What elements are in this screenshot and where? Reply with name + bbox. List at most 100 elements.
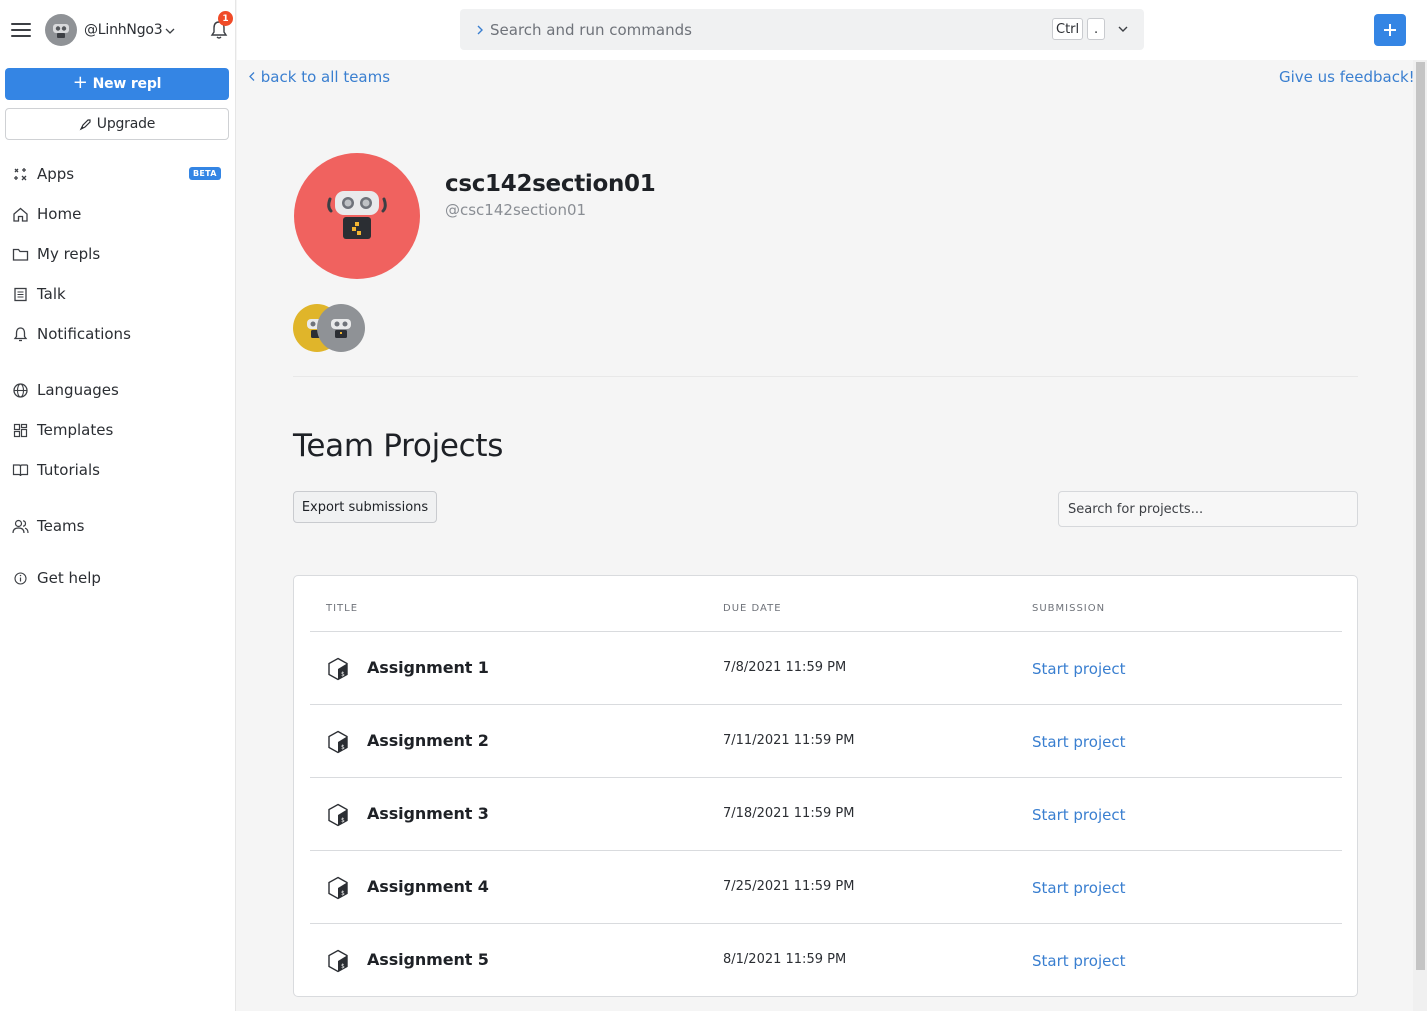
sidebar-item-label: Apps: [37, 165, 75, 183]
table-row[interactable]: $ Assignment 3 7/18/2021 11:59 PM Start …: [310, 778, 1342, 851]
export-submissions-button[interactable]: Export submissions: [293, 491, 437, 523]
team-name: csc142section01: [445, 171, 656, 197]
start-project-link[interactable]: Start project: [1032, 952, 1125, 970]
sidebar-item-label: My repls: [37, 245, 101, 263]
start-project-link[interactable]: Start project: [1032, 733, 1125, 751]
sidebar-item-talk[interactable]: Talk: [12, 282, 66, 306]
svg-text:$: $: [341, 671, 345, 678]
top-bar: Search and run commands Ctrl .: [237, 0, 1427, 60]
sidebar-item-label: Templates: [37, 421, 114, 439]
user-avatar[interactable]: [45, 14, 77, 46]
back-to-teams-link[interactable]: back to all teams: [248, 68, 390, 86]
sidebar-item-label: Talk: [37, 285, 66, 303]
section-divider: [293, 376, 1358, 377]
sidebar-item-my-repls[interactable]: My repls: [12, 242, 100, 266]
new-repl-label: New repl: [92, 76, 162, 92]
row-title[interactable]: Assignment 4: [367, 877, 489, 896]
team-handle: @csc142section01: [445, 201, 587, 219]
upgrade-label: Upgrade: [96, 116, 156, 132]
sidebar: @LinhNgo3 1 + New repl Upgrade Apps BETA…: [0, 0, 236, 1011]
team-avatar: [294, 153, 420, 279]
bell-icon: [13, 326, 28, 341]
globe-icon: [13, 382, 28, 398]
notification-count-badge: 1: [218, 11, 233, 26]
sidebar-item-notifications[interactable]: Notifications: [12, 322, 131, 346]
sidebar-item-label: Home: [37, 205, 82, 223]
svg-text:$: $: [341, 744, 345, 751]
svg-text:$: $: [341, 890, 345, 897]
new-repl-button[interactable]: + New repl: [5, 68, 229, 100]
hamburger-menu-icon[interactable]: [11, 23, 31, 37]
sidebar-item-templates[interactable]: Templates: [12, 418, 113, 442]
row-due-date: 8/1/2021 11:59 PM: [723, 952, 847, 967]
home-icon: [13, 207, 28, 222]
apps-icon: [14, 167, 27, 180]
table-row[interactable]: $ Assignment 1 7/8/2021 11:59 PM Start p…: [310, 632, 1342, 705]
bash-repl-icon: $: [328, 657, 348, 681]
start-project-link[interactable]: Start project: [1032, 660, 1125, 678]
robot-mascot-icon: [327, 191, 387, 239]
table-row[interactable]: $ Assignment 5 8/1/2021 11:59 PM Start p…: [310, 924, 1342, 997]
column-header-due-date: DUE DATE: [723, 603, 782, 614]
kbd-dot: .: [1087, 18, 1106, 40]
sidebar-item-home[interactable]: Home: [12, 202, 81, 226]
vertical-scrollbar[interactable]: [1413, 60, 1427, 1011]
back-link-label: back to all teams: [260, 68, 391, 86]
beta-badge: BETA: [189, 167, 221, 180]
sidebar-item-tutorials[interactable]: Tutorials: [12, 458, 100, 482]
plus-icon: +: [72, 72, 88, 93]
feedback-link[interactable]: Give us feedback!: [1279, 68, 1415, 86]
row-due-date: 7/11/2021 11:59 PM: [723, 733, 855, 748]
info-icon: [14, 571, 27, 585]
command-search-placeholder: Search and run commands: [490, 20, 692, 39]
book-icon: [12, 463, 29, 476]
upgrade-button[interactable]: Upgrade: [5, 108, 229, 140]
username-label[interactable]: @LinhNgo3: [84, 22, 163, 38]
table-row[interactable]: $ Assignment 2 7/11/2021 11:59 PM Start …: [310, 705, 1342, 778]
sidebar-item-get-help[interactable]: Get help: [12, 566, 101, 590]
robot-mascot-icon: [331, 319, 351, 338]
row-due-date: 7/8/2021 11:59 PM: [723, 660, 847, 675]
sidebar-item-teams[interactable]: Teams: [12, 514, 84, 538]
bash-repl-icon: $: [328, 803, 348, 827]
sidebar-header: @LinhNgo3 1: [0, 0, 235, 60]
sidebar-item-label: Tutorials: [37, 461, 100, 479]
sidebar-item-label: Languages: [37, 381, 119, 399]
sidebar-item-label: Teams: [37, 517, 85, 535]
row-title[interactable]: Assignment 3: [367, 804, 489, 823]
page-title: Team Projects: [293, 428, 504, 464]
bash-repl-icon: $: [328, 730, 348, 754]
table-row[interactable]: $ Assignment 4 7/25/2021 11:59 PM Start …: [310, 851, 1342, 924]
sidebar-item-languages[interactable]: Languages: [12, 378, 119, 402]
command-search-bar[interactable]: Search and run commands Ctrl .: [460, 9, 1144, 50]
chevron-down-icon[interactable]: [1118, 25, 1128, 33]
folder-icon: [12, 248, 29, 261]
svg-text:$: $: [341, 963, 345, 970]
row-due-date: 7/25/2021 11:59 PM: [723, 879, 855, 894]
plus-icon: [1384, 24, 1396, 36]
column-header-submission: SUBMISSION: [1032, 603, 1106, 614]
bash-repl-icon: $: [328, 949, 348, 973]
row-title[interactable]: Assignment 1: [367, 658, 489, 677]
svg-text:$: $: [341, 817, 345, 824]
templates-icon: [13, 423, 28, 437]
chevron-left-icon: [249, 72, 255, 81]
member-avatar[interactable]: [317, 304, 365, 352]
sidebar-item-label: Get help: [37, 569, 101, 587]
start-project-link[interactable]: Start project: [1032, 879, 1125, 897]
project-search-input[interactable]: [1058, 491, 1358, 527]
rocket-icon: [79, 118, 91, 130]
row-title[interactable]: Assignment 5: [367, 950, 489, 969]
row-due-date: 7/18/2021 11:59 PM: [723, 806, 855, 821]
chevron-down-icon[interactable]: [165, 27, 175, 35]
chevron-right-icon: [477, 25, 483, 34]
create-plus-button[interactable]: [1374, 14, 1406, 46]
talk-icon: [14, 287, 27, 301]
sidebar-item-apps[interactable]: Apps: [12, 162, 74, 186]
bash-repl-icon: $: [328, 876, 348, 900]
start-project-link[interactable]: Start project: [1032, 806, 1125, 824]
kbd-ctrl: Ctrl: [1052, 18, 1084, 40]
row-title[interactable]: Assignment 2: [367, 731, 489, 750]
sidebar-item-label: Notifications: [37, 325, 131, 343]
scrollbar-thumb[interactable]: [1416, 62, 1425, 970]
